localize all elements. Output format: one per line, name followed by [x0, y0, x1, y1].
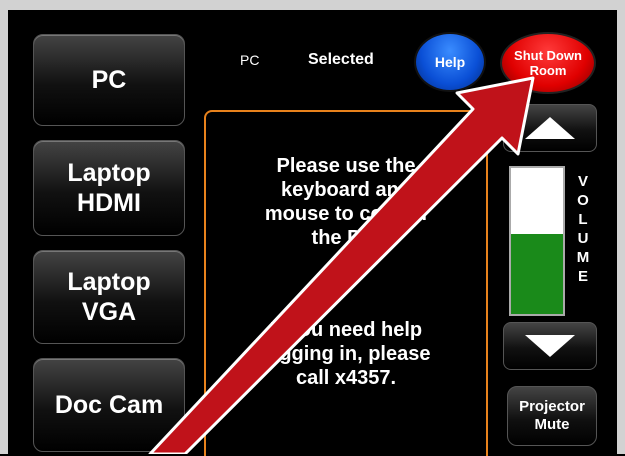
volume-up-button[interactable]	[503, 104, 597, 152]
help-button[interactable]: Help	[414, 32, 486, 92]
source-button-laptop-vga[interactable]: Laptop VGA	[33, 250, 185, 344]
volume-label: VOLUME	[576, 173, 590, 285]
source-button-pc[interactable]: PC	[33, 34, 185, 126]
selected-status-label: Selected	[308, 51, 374, 68]
current-source-label: PC	[240, 52, 260, 68]
volume-level-fill	[511, 233, 563, 314]
triangle-down-icon	[525, 335, 575, 357]
shut-down-room-button[interactable]: Shut Down Room	[500, 32, 596, 94]
source-button-doc-cam[interactable]: Doc Cam	[33, 358, 185, 452]
triangle-up-icon	[525, 117, 575, 139]
volume-level-bar	[509, 166, 565, 316]
instructions-text: Please use the keyboard and mouse to con…	[264, 155, 428, 249]
volume-down-button[interactable]	[503, 322, 597, 370]
help-contact-text: If you need help logging in, please call…	[261, 319, 431, 389]
source-button-laptop-hdmi[interactable]: Laptop HDMI	[33, 140, 185, 236]
projector-mute-button[interactable]: Projector Mute	[507, 386, 597, 446]
instructions-panel: Please use the keyboard and mouse to con…	[204, 110, 488, 456]
